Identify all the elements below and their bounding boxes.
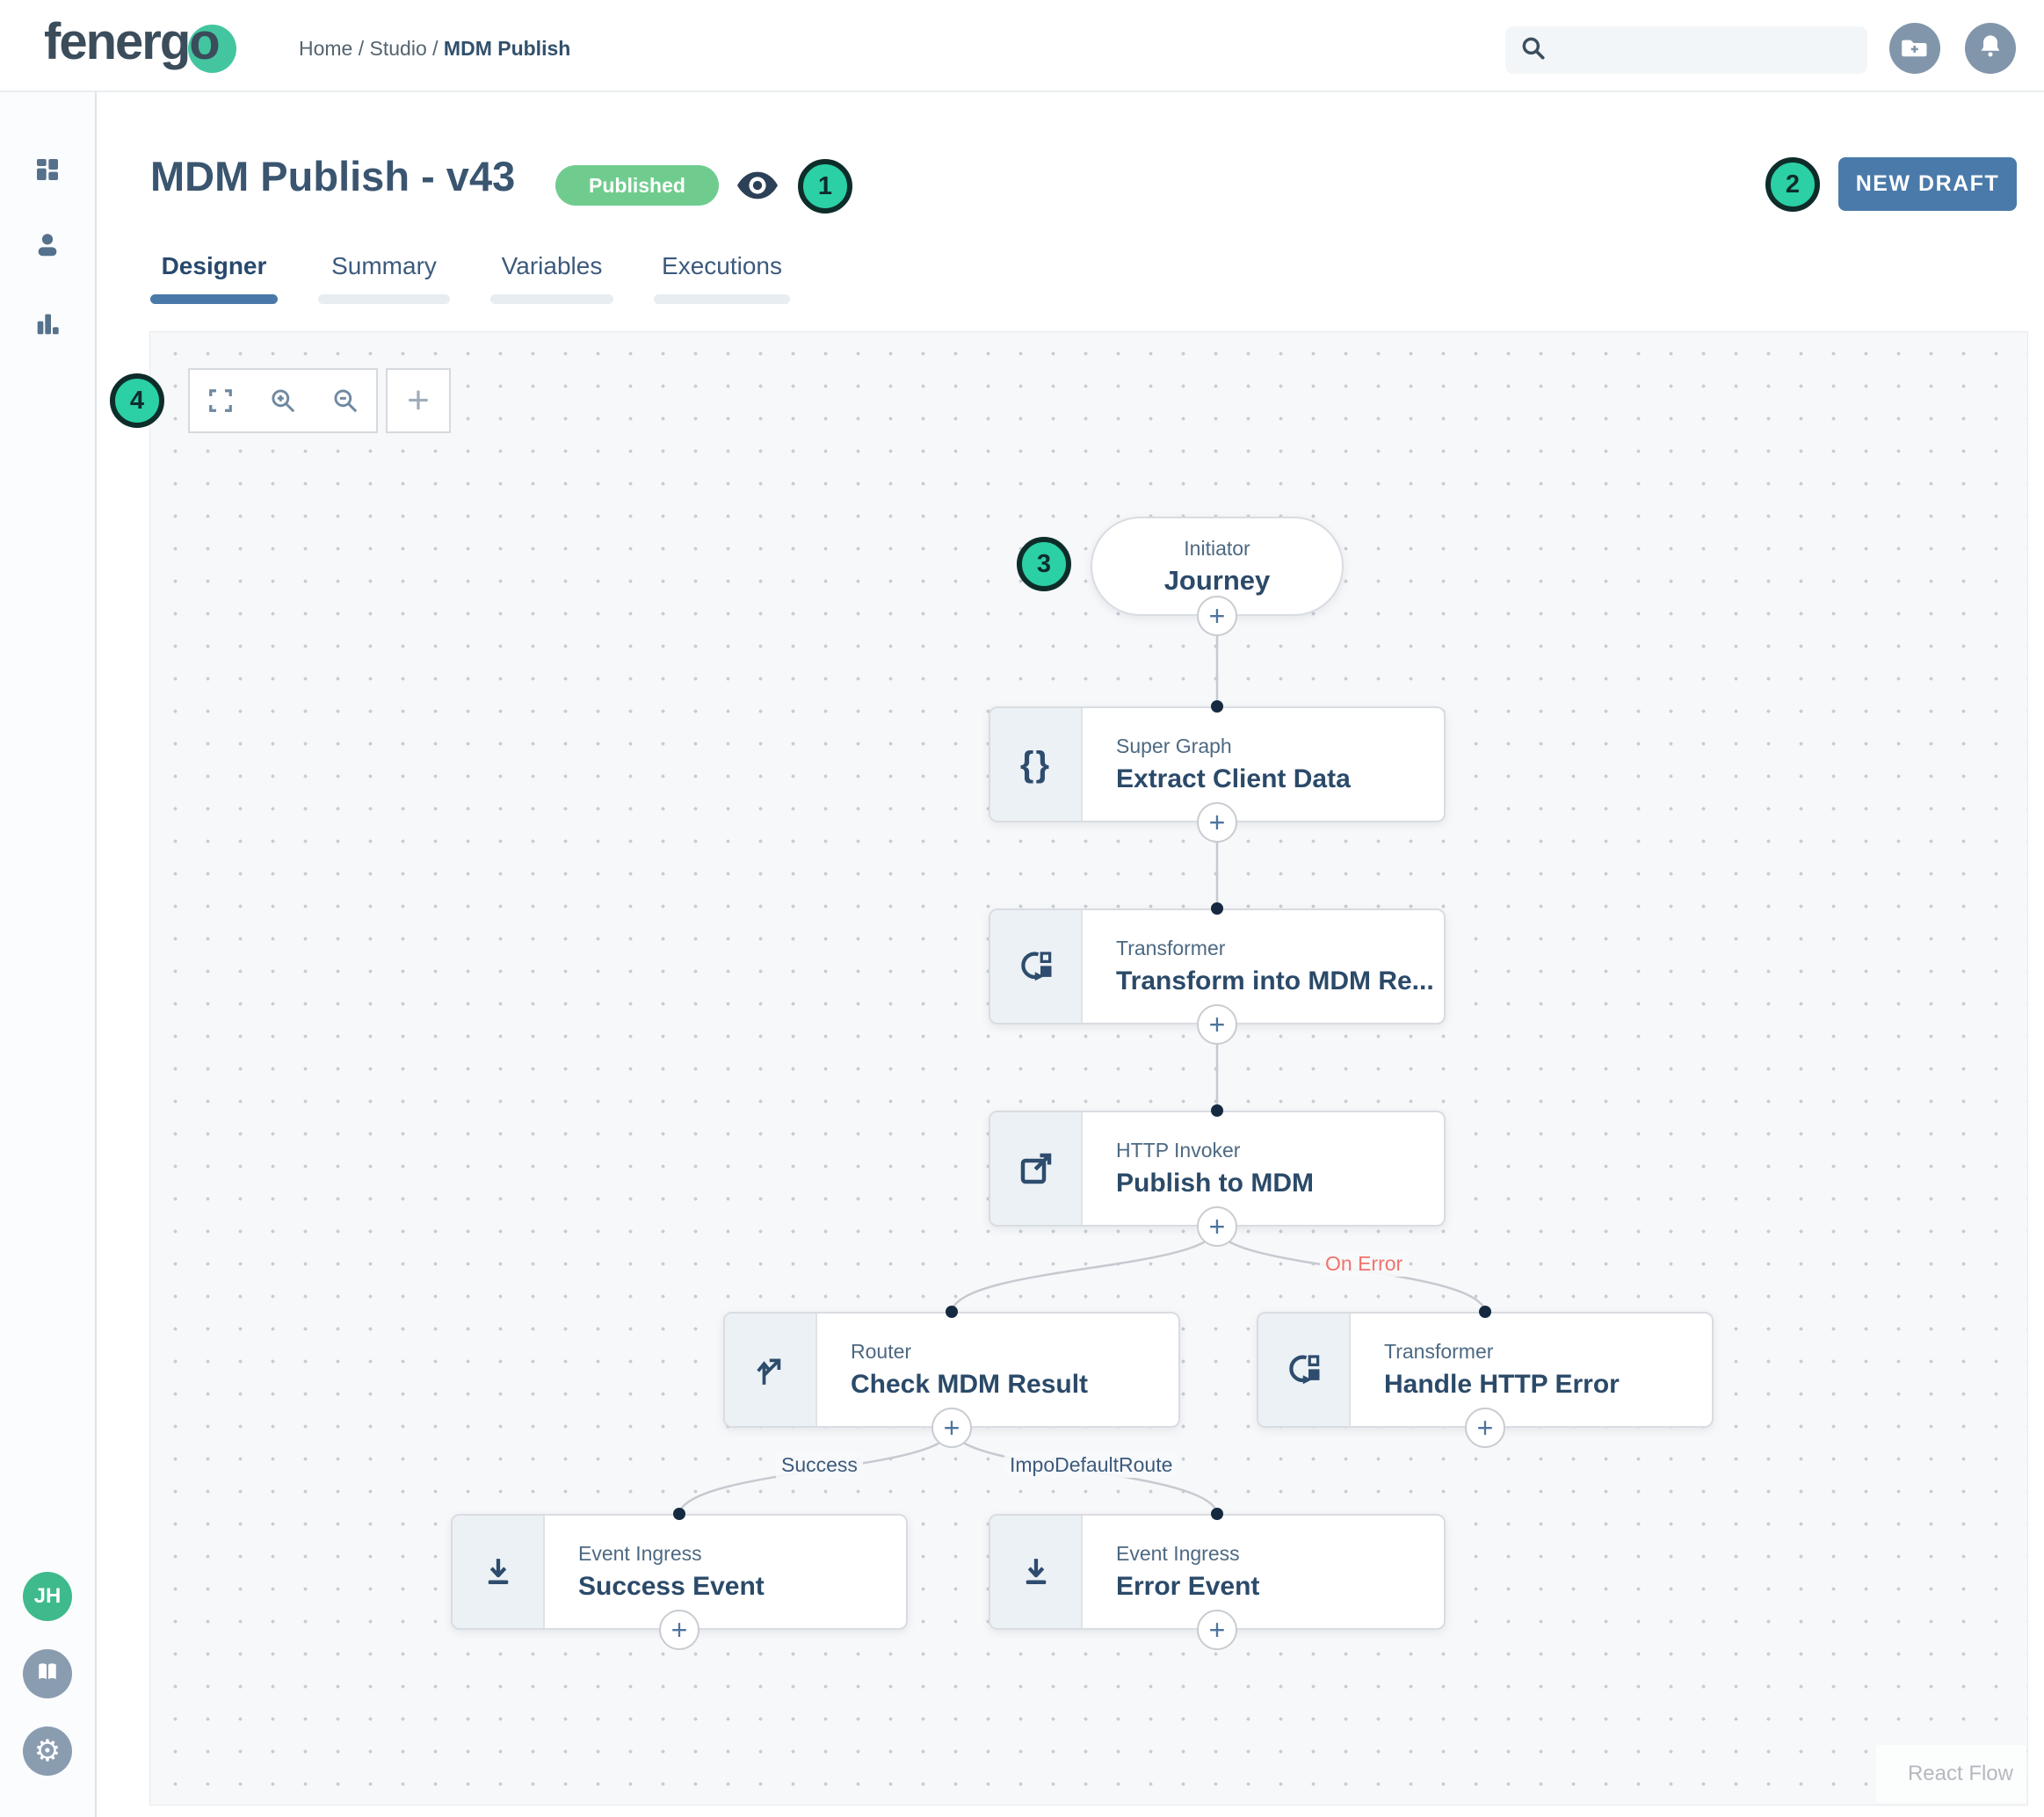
logo-text: fenerg [44, 13, 189, 70]
add-step-button[interactable]: + [931, 1408, 972, 1448]
edge-label-success: Success [776, 1452, 863, 1478]
node-title-label: Error Event [1116, 1572, 1444, 1602]
search-icon [1519, 34, 1547, 67]
node-type-label: Router [851, 1340, 1178, 1364]
braces-icon: {} [990, 708, 1083, 821]
edge-label-default-route: ImpoDefaultRoute [1004, 1452, 1178, 1478]
search-input[interactable] [1558, 39, 1853, 62]
node-type-label: Super Graph [1116, 735, 1444, 758]
node-type-label: Transformer [1116, 937, 1444, 960]
node-type-label: Event Ingress [578, 1542, 906, 1566]
react-flow-watermark: React Flow [1876, 1745, 2026, 1803]
notifications-button[interactable] [1965, 23, 2016, 74]
plus-icon: + [407, 379, 430, 423]
edge-connector-dot [1211, 700, 1223, 713]
breadcrumb[interactable]: Home / Studio / MDM Publish [299, 37, 570, 61]
edge-connector-dot [1211, 1508, 1223, 1520]
edge-connector-dot [1211, 1104, 1223, 1117]
book-icon [34, 1659, 61, 1690]
edge-label-on-error: On Error [1320, 1251, 1408, 1277]
add-node-button[interactable]: + [386, 368, 451, 433]
breadcrumb-prefix[interactable]: Home / Studio / [299, 37, 444, 60]
global-search[interactable] [1505, 26, 1867, 74]
avatar-initials: JH [34, 1584, 62, 1609]
node-type-label: Event Ingress [1116, 1542, 1444, 1566]
edge-connector-dot [946, 1306, 958, 1318]
top-bar: fenergo Home / Studio / MDM Publish [0, 0, 2044, 92]
node-type-label: Transformer [1384, 1340, 1712, 1364]
event-ingress-icon [453, 1516, 545, 1628]
flow-canvas[interactable]: + Initiator Journey {} Super Graph Extra… [149, 331, 2028, 1806]
canvas-toolbar [188, 368, 378, 433]
node-type-label: HTTP Invoker [1116, 1139, 1444, 1162]
node-title-label: Transform into MDM Re... [1116, 966, 1444, 996]
eye-icon[interactable] [737, 170, 778, 205]
status-badge: Published [555, 165, 719, 206]
gear-icon: ⚙ [34, 1736, 61, 1766]
node-title-label: Handle HTTP Error [1384, 1370, 1712, 1400]
bell-icon [1976, 33, 2004, 65]
user-avatar[interactable]: JH [23, 1572, 72, 1621]
add-step-button[interactable]: + [1197, 596, 1237, 636]
annotation-circle-2: 2 [1765, 157, 1820, 212]
tab-executions-indicator [654, 294, 790, 304]
new-draft-button[interactable]: NEW DRAFT [1838, 157, 2017, 211]
logo-text-o: o [189, 13, 218, 70]
add-step-button[interactable]: + [1197, 802, 1237, 843]
tab-designer[interactable]: Designer [150, 252, 278, 304]
tab-executions[interactable]: Executions [654, 252, 790, 304]
external-link-icon [990, 1112, 1083, 1225]
add-folder-button[interactable] [1889, 23, 1940, 74]
transform-icon [1258, 1314, 1351, 1426]
annotation-circle-3: 3 [1017, 537, 1071, 591]
node-title-label: Success Event [578, 1572, 906, 1602]
edge-connector-dot [673, 1508, 685, 1520]
fit-view-button[interactable] [190, 370, 252, 431]
add-step-button[interactable]: + [659, 1610, 699, 1650]
bar-chart-icon[interactable] [33, 310, 62, 343]
zoom-out-button[interactable] [314, 370, 376, 431]
node-title-label: Journey [1164, 565, 1271, 597]
page-title: MDM Publish - v43 [150, 152, 515, 200]
router-fork-icon [725, 1314, 817, 1426]
edge-connector-dot [1479, 1306, 1491, 1318]
node-title-label: Check MDM Result [851, 1370, 1178, 1400]
tab-summary[interactable]: Summary [318, 252, 450, 304]
breadcrumb-current: MDM Publish [444, 37, 570, 60]
zoom-in-button[interactable] [252, 370, 315, 431]
edge-connector-dot [1211, 902, 1223, 915]
dashboard-icon[interactable] [33, 156, 62, 188]
tab-designer-indicator [150, 294, 278, 304]
tab-variables-indicator [490, 294, 613, 304]
settings-button[interactable]: ⚙ [23, 1727, 72, 1776]
event-ingress-icon [990, 1516, 1083, 1628]
annotation-circle-4: 4 [110, 373, 164, 428]
add-step-button[interactable]: + [1197, 1004, 1237, 1045]
node-title-label: Extract Client Data [1116, 764, 1444, 794]
tab-bar: Designer Summary Variables Executions [150, 252, 790, 304]
user-icon[interactable] [33, 231, 62, 264]
tab-variables[interactable]: Variables [490, 252, 613, 304]
annotation-circle-1: 1 [798, 159, 852, 214]
add-step-button[interactable]: + [1197, 1610, 1237, 1650]
transform-icon [990, 910, 1083, 1023]
node-title-label: Publish to MDM [1116, 1169, 1444, 1198]
node-type-label: Initiator [1184, 537, 1250, 561]
left-sidebar: JH ⚙ [0, 92, 97, 1817]
add-step-button[interactable]: + [1197, 1206, 1237, 1247]
fenergo-logo[interactable]: fenergo [44, 12, 219, 71]
tab-summary-indicator [318, 294, 450, 304]
folder-plus-icon [1901, 33, 1929, 65]
documentation-button[interactable] [23, 1649, 72, 1698]
app-root: fenergo Home / Studio / MDM Publish [0, 0, 2044, 1817]
add-step-button[interactable]: + [1465, 1408, 1505, 1448]
